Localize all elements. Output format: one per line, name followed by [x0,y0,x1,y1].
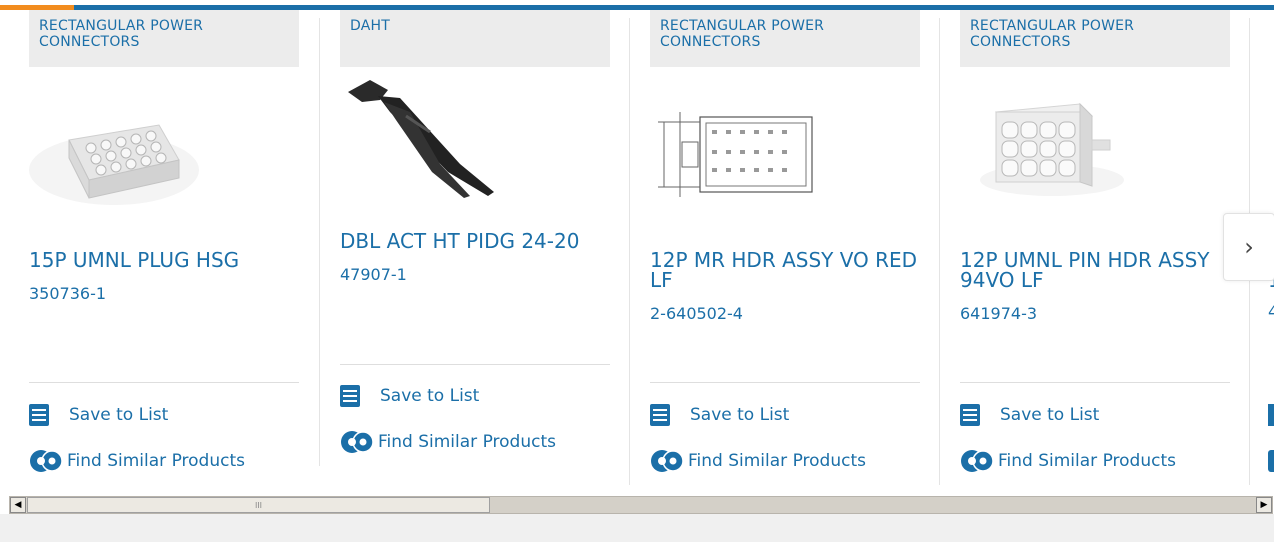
category-label[interactable]: RECTANGULAR POWER CONNECTORS [29,10,299,67]
horizontal-scrollbar[interactable]: ◀ III ▶ [9,496,1273,514]
find-similar-label: Find Similar Products [688,451,866,471]
scrollbar-thumb[interactable]: III [27,497,490,513]
page-bottom-area [0,514,1274,542]
category-label[interactable]: DAHT [340,10,610,67]
partial-card-part-number[interactable]: 4 [1268,302,1274,321]
product-title-link[interactable]: DBL ACT HT PIDG 24-20 [340,231,615,251]
find-similar-label: Find Similar Products [67,451,245,471]
connector-plug-housing-image[interactable] [29,100,199,210]
similar-gears-icon [651,450,684,472]
scroll-right-arrow[interactable]: ▶ [1256,497,1272,513]
chevron-right-icon: › [1244,233,1254,261]
partial-checklist-icon [1268,404,1274,426]
card-separator [960,382,1230,383]
card-separator [340,364,610,365]
card-divider [939,18,940,485]
product-title-link[interactable]: 12P MR HDR ASSY VO RED LF [650,250,922,290]
checklist-icon [960,404,980,426]
card-separator [650,382,920,383]
find-similar-label: Find Similar Products [378,432,556,452]
save-to-list-label: Save to List [690,405,790,425]
header-assembly-drawing-image[interactable] [650,102,820,202]
product-title-link[interactable]: 12P UMNL PIN HDR ASSY 94VO LF [960,250,1218,290]
similar-gears-icon [961,450,994,472]
checklist-icon [650,404,670,426]
save-to-list-label: Save to List [1000,405,1100,425]
save-to-list-label: Save to List [69,405,169,425]
card-separator [29,382,299,383]
category-label[interactable]: RECTANGULAR POWER CONNECTORS [650,10,920,67]
save-to-list-button[interactable]: Save to List [340,385,479,407]
category-label[interactable]: RECTANGULAR POWER CONNECTORS [960,10,1230,67]
save-to-list-button[interactable]: Save to List [29,404,168,426]
find-similar-label: Find Similar Products [998,451,1176,471]
save-to-list-button[interactable]: Save to List [960,404,1099,426]
pin-header-image[interactable] [980,90,1130,200]
card-divider [319,18,320,466]
partial-similar-icon [1268,450,1274,472]
part-number-link[interactable]: 641974-3 [960,304,1037,323]
product-card: RECTANGULAR POWER CONNECTORS 12P UMNL PI… [960,10,1230,485]
checklist-icon [29,404,49,426]
top-accent-bar [0,0,1274,10]
product-card: DAHT DBL ACT HT PIDG 24-20 47907-1 Save … [340,10,615,485]
scroll-left-arrow[interactable]: ◀ [10,497,26,513]
product-card: RECTANGULAR POWER CONNECTORS 12P MR HDR … [650,10,925,485]
product-title-link[interactable]: 15P UMNL PLUG HSG [29,250,304,270]
save-to-list-label: Save to List [380,386,480,406]
checklist-icon [340,385,360,407]
part-number-link[interactable]: 2-640502-4 [650,304,743,323]
find-similar-button[interactable]: Find Similar Products [650,448,866,474]
part-number-link[interactable]: 47907-1 [340,265,407,284]
save-to-list-button[interactable]: Save to List [650,404,789,426]
similar-gears-icon [341,431,374,453]
find-similar-button[interactable]: Find Similar Products [960,448,1176,474]
find-similar-button[interactable]: Find Similar Products [29,448,245,474]
similar-gears-icon [30,450,63,472]
carousel-next-button[interactable]: › [1223,213,1274,281]
find-similar-button[interactable]: Find Similar Products [340,429,556,455]
crimp-tool-image[interactable] [340,72,510,202]
part-number-link[interactable]: 350736-1 [29,284,106,303]
card-divider [629,18,630,485]
product-card: RECTANGULAR POWER CONNECTORS 15P UMNL PL… [29,10,304,485]
